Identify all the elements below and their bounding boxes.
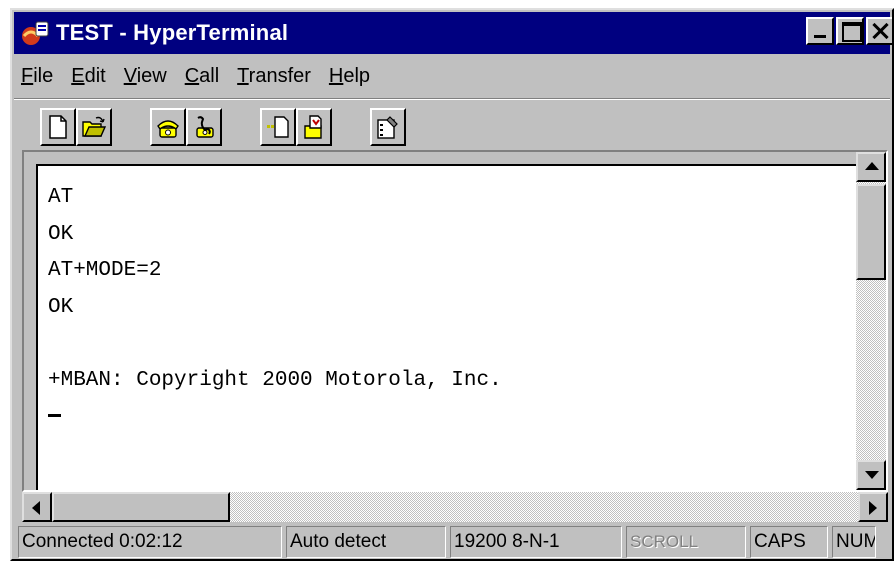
menu-edit[interactable]: Edit: [62, 65, 114, 88]
title-bar[interactable]: TEST - HyperTerminal: [14, 12, 892, 54]
status-num: NUM: [832, 526, 876, 558]
open-folder-icon: [82, 116, 107, 137]
arrow-up-icon: [865, 162, 879, 170]
scroll-up-button[interactable]: [856, 152, 886, 182]
vertical-scrollbar[interactable]: [856, 152, 886, 490]
menu-file[interactable]: File: [14, 65, 62, 88]
terminal-output[interactable]: AT OK AT+MODE=2 OK +MBAN: Copyright 2000 Mot…: [36, 164, 856, 490]
status-caps: CAPS: [750, 526, 828, 558]
terminal-line: AT: [48, 186, 74, 209]
terminal-cursor-line: [48, 399, 856, 436]
terminal-area[interactable]: AT OK AT+MODE=2 OK +MBAN: Copyright 2000 Mot…: [26, 154, 856, 490]
terminal-line: AT+MODE=2: [48, 259, 162, 282]
status-scroll: SCROLL: [626, 526, 746, 558]
properties-icon: [377, 116, 398, 139]
scroll-right-button[interactable]: [858, 492, 888, 522]
new-connection-button[interactable]: [40, 108, 76, 146]
hyperterminal-app-icon[interactable]: [18, 16, 52, 50]
horizontal-scroll-thumb[interactable]: [52, 492, 230, 522]
text-cursor: [48, 413, 61, 417]
connect-phone-icon: [157, 120, 179, 138]
status-port-settings: 19200 8-N-1: [450, 526, 622, 558]
status-bar: Connected 0:02:12 Auto detect 19200 8-N-…: [14, 524, 890, 559]
send-button[interactable]: [260, 108, 296, 146]
properties-button[interactable]: [370, 108, 406, 146]
vertical-scroll-thumb[interactable]: [856, 184, 886, 280]
terminal-line: OK: [48, 222, 74, 246]
scroll-left-button[interactable]: [22, 492, 52, 522]
terminal-line: OK: [48, 295, 74, 319]
terminal-line: +MBAN: Copyright 2000 Motorola, Inc.: [48, 368, 502, 392]
menu-view[interactable]: View: [115, 65, 176, 88]
toolbar-separator: [14, 98, 890, 100]
horizontal-scrollbar[interactable]: [22, 492, 888, 522]
arrow-down-icon: [865, 471, 879, 479]
menu-call[interactable]: Call: [176, 65, 228, 88]
arrow-left-icon: [32, 501, 40, 515]
disconnect-button[interactable]: [186, 108, 222, 146]
toolbar: [14, 102, 890, 152]
disconnect-phone-icon: [196, 116, 214, 138]
open-button[interactable]: [76, 108, 112, 146]
menu-bar: File Edit View Call Transfer Help: [14, 56, 890, 96]
hyperterminal-window: TEST - HyperTerminal File Edit View Call…: [10, 8, 894, 561]
maximize-icon[interactable]: [836, 17, 864, 45]
terminal-frame: AT OK AT+MODE=2 OK +MBAN: Copyright 2000 Mot…: [22, 150, 888, 492]
window-title: TEST - HyperTerminal: [56, 20, 289, 45]
status-connected: Connected 0:02:12: [18, 526, 282, 558]
status-detect: Auto detect: [286, 526, 446, 558]
receive-file-icon: [304, 115, 322, 139]
send-file-icon: [267, 116, 289, 138]
menu-transfer[interactable]: Transfer: [228, 65, 320, 88]
new-document-icon: [49, 115, 67, 139]
scroll-down-button[interactable]: [856, 460, 886, 490]
receive-button[interactable]: [296, 108, 332, 146]
minimize-icon[interactable]: [806, 17, 834, 45]
arrow-right-icon: [869, 501, 877, 515]
close-icon[interactable]: [866, 17, 892, 45]
connect-button[interactable]: [150, 108, 186, 146]
menu-help[interactable]: Help: [320, 65, 379, 88]
